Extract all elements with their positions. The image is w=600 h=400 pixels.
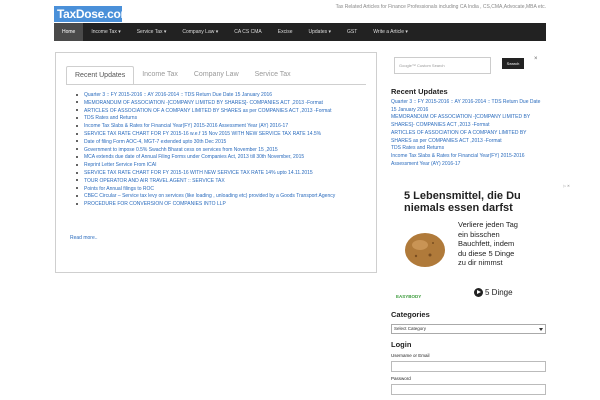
nav-excise[interactable]: Excise — [270, 23, 301, 41]
post-link[interactable]: Government to impose 0.5% Swachh Bharat … — [76, 147, 371, 155]
advertisement[interactable]: ▷ ✕ 5 Lebensmittel, die Du niemals essen… — [392, 184, 570, 306]
bullet-icon — [76, 140, 78, 143]
nav-home[interactable]: Home — [54, 23, 84, 41]
tabbed-posts-panel: Recent Updates Income Tax Company Law Se… — [55, 52, 377, 273]
username-field[interactable] — [391, 361, 546, 372]
category-select[interactable]: Select Category — [391, 324, 546, 334]
play-icon — [474, 288, 483, 298]
sidebar-post-link[interactable]: Quarter 3 :: FY 2015-2016 :: AY 2016-201… — [391, 99, 547, 114]
ad-body: Verliere jeden Tag ein bisschen Bauchfet… — [458, 220, 518, 267]
post-link[interactable]: MEMORANDUM OF ASSOCIATION -[COMPANY LIMI… — [76, 100, 371, 108]
bullet-icon — [76, 187, 78, 190]
sidebar-post-link[interactable]: Income Tax Slabs & Rates for Financial Y… — [391, 153, 547, 168]
nav-ca-cs-cma[interactable]: CA CS CMA — [226, 23, 270, 41]
bullet-icon — [76, 179, 78, 182]
nav-company-law[interactable]: Company Law ▾ — [174, 23, 226, 41]
post-link[interactable]: Reprint Letter Service From ICAI — [76, 162, 371, 170]
main-navbar: Home Income Tax ▾ Service Tax ▾ Company … — [54, 23, 546, 41]
post-link[interactable]: SERVICE TAX RATE CHART FOR FY 2015-16 w.… — [76, 131, 371, 139]
post-link[interactable]: TOUR OPERATOR AND AIR TRAVEL AGENT :: SE… — [76, 178, 371, 186]
read-more-link[interactable]: Read more.. — [70, 235, 98, 241]
search-input[interactable]: Google™ Custom Search — [394, 57, 491, 74]
post-link[interactable]: PROCEDURE FOR CONVERSION OF COMPANIES IN… — [76, 201, 371, 209]
password-label: Password — [391, 376, 411, 381]
ad-choices-icon[interactable]: ▷ ✕ — [563, 184, 570, 188]
nav-write-article[interactable]: Write a Article ▾ — [365, 23, 416, 41]
search-button[interactable]: Search — [502, 58, 524, 69]
login-heading: Login — [391, 340, 412, 349]
bullet-icon — [76, 163, 78, 166]
nav-gst[interactable]: GST — [339, 23, 365, 41]
nav-updates[interactable]: Updates ▾ — [300, 23, 339, 41]
post-link[interactable]: CBEC Circular – Service tax levy on serv… — [76, 193, 371, 201]
tab-recent-updates[interactable]: Recent Updates — [66, 66, 135, 85]
site-logo[interactable]: TaxDose.com — [54, 6, 131, 22]
close-icon[interactable]: × — [534, 56, 538, 62]
bullet-icon — [76, 109, 78, 112]
post-link[interactable]: Date of filing Form AOC-4, MGT-7 extende… — [76, 139, 371, 147]
bullet-icon — [76, 171, 78, 174]
sidebar-post-link[interactable]: MEMORANDUM OF ASSOCIATION -[COMPANY LIMI… — [391, 114, 547, 129]
bullet-icon — [76, 101, 78, 104]
sidebar-recent-links: Quarter 3 :: FY 2015-2016 :: AY 2016-201… — [391, 99, 547, 168]
bullet-icon — [76, 117, 78, 120]
chevron-down-icon — [539, 328, 543, 331]
bullet-icon — [76, 124, 78, 127]
recent-updates-heading: Recent Updates — [391, 87, 448, 96]
recent-posts-list: Quarter 3 :: FY 2015-2016 :: AY 2016-201… — [76, 92, 371, 209]
tab-service-tax[interactable]: Service Tax — [247, 66, 299, 85]
bullet-icon — [76, 93, 78, 96]
potato-image — [405, 233, 445, 267]
sidebar-post-link[interactable]: TDS Rates and Returns — [391, 145, 547, 153]
password-field[interactable] — [391, 384, 546, 395]
tab-company-law[interactable]: Company Law — [186, 66, 247, 85]
sidebar-post-link[interactable]: ARTICLES OF ASSOCIATION OF A COMPANY LIM… — [391, 130, 547, 145]
post-tabs: Recent Updates Income Tax Company Law Se… — [66, 66, 299, 85]
username-label: Username or Email — [391, 353, 430, 358]
post-link[interactable]: Income Tax Slabs & Rates for Financial Y… — [76, 123, 371, 131]
nav-service-tax[interactable]: Service Tax ▾ — [129, 23, 175, 41]
post-link[interactable]: MCA extends due date of Annual Filing Fo… — [76, 154, 371, 162]
bullet-icon — [76, 132, 78, 135]
bullet-icon — [76, 202, 78, 205]
tab-income-tax[interactable]: Income Tax — [134, 66, 186, 85]
categories-heading: Categories — [391, 310, 430, 319]
ad-cta[interactable]: 5 Dinge — [474, 288, 513, 298]
site-tagline: Tax Related Articles for Finance Profess… — [335, 4, 546, 10]
ad-brand-logo: EASYBODY — [396, 294, 422, 299]
post-link[interactable]: TDS Rates and Returns — [76, 115, 371, 123]
ad-headline: 5 Lebensmittel, die Du niemals essen dar… — [404, 190, 521, 214]
bullet-icon — [76, 195, 78, 198]
post-link[interactable]: SERVICE TAX RATE CHART FOR FY 2015-16 WI… — [76, 170, 371, 178]
bullet-icon — [76, 156, 78, 159]
post-link[interactable]: ARTICLES OF ASSOCIATION OF A COMPANY LIM… — [76, 108, 371, 116]
bullet-icon — [76, 148, 78, 151]
post-link[interactable]: Quarter 3 :: FY 2015-2016 :: AY 2016-201… — [76, 92, 371, 100]
tabs-divider — [66, 84, 366, 85]
post-link[interactable]: Points for Annual filings to ROC — [76, 186, 371, 194]
nav-income-tax[interactable]: Income Tax ▾ — [83, 23, 128, 41]
